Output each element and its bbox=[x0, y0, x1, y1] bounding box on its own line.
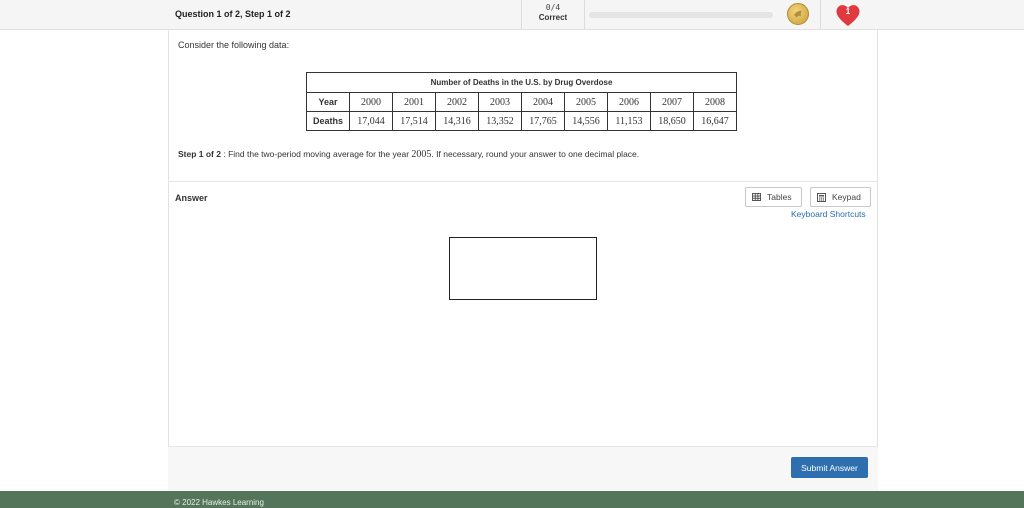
data-table: Number of Deaths in the U.S. by Drug Ove… bbox=[306, 72, 737, 131]
deaths-cell: 17,044 bbox=[349, 111, 393, 131]
step-year: 2005 bbox=[411, 149, 432, 160]
deaths-cell: 16,647 bbox=[693, 111, 737, 131]
bottom-bar bbox=[168, 447, 878, 491]
step-text-before: Find the two-period moving average for t… bbox=[228, 149, 412, 159]
consider-text: Consider the following data: bbox=[178, 40, 290, 50]
keypad-button-label: Keypad bbox=[832, 192, 861, 202]
year-cell: 2008 bbox=[693, 92, 737, 112]
answer-label: Answer bbox=[175, 193, 208, 203]
year-cell: 2006 bbox=[607, 92, 651, 112]
step-label: Step 1 of 2 bbox=[178, 149, 221, 159]
header-separator bbox=[820, 0, 821, 29]
lives-count: 1 bbox=[845, 7, 851, 16]
step-colon: : bbox=[220, 149, 229, 159]
step-instructions: Step 1 of 2 : Find the two-period moving… bbox=[178, 149, 639, 160]
deaths-cell: 14,556 bbox=[564, 111, 608, 131]
deaths-cell: 17,765 bbox=[521, 111, 565, 131]
year-cell: 2001 bbox=[392, 92, 436, 112]
keyboard-shortcuts-link[interactable]: Keyboard Shortcuts bbox=[791, 209, 866, 219]
answer-input[interactable] bbox=[449, 237, 597, 300]
footer: © 2022 Hawkes Learning bbox=[0, 491, 1024, 508]
year-cell: 2004 bbox=[521, 92, 565, 112]
year-cell: 2005 bbox=[564, 92, 608, 112]
step-text-after: . If necessary, round your answer to one… bbox=[431, 149, 640, 159]
year-cell: 2000 bbox=[349, 92, 393, 112]
right-margin bbox=[878, 0, 1024, 491]
keypad-icon bbox=[817, 192, 826, 202]
submit-answer-button[interactable]: Submit Answer bbox=[791, 457, 868, 478]
row-header-year: Year bbox=[306, 92, 350, 112]
year-cell: 2003 bbox=[478, 92, 522, 112]
row-header-deaths: Deaths bbox=[306, 111, 350, 131]
progress-bar bbox=[589, 12, 773, 18]
score-label: Correct bbox=[538, 13, 568, 22]
table-row: Deaths 17,044 17,514 14,316 13,352 17,76… bbox=[306, 111, 737, 131]
top-bar bbox=[0, 0, 1024, 30]
deaths-cell: 17,514 bbox=[392, 111, 436, 131]
table-icon bbox=[752, 193, 761, 201]
keypad-button[interactable]: Keypad bbox=[810, 187, 871, 207]
section-divider bbox=[168, 181, 878, 182]
hawk-icon bbox=[794, 10, 802, 18]
deaths-cell: 14,316 bbox=[435, 111, 479, 131]
table-row: Year 2000 2001 2002 2003 2004 2005 2006 … bbox=[306, 92, 737, 112]
copyright-text: © 2022 Hawkes Learning bbox=[174, 498, 264, 507]
coin-icon[interactable] bbox=[787, 3, 809, 25]
score-panel: 0/4 Correct bbox=[521, 0, 585, 29]
year-cell: 2007 bbox=[650, 92, 694, 112]
deaths-cell: 13,352 bbox=[478, 111, 522, 131]
table-caption: Number of Deaths in the U.S. by Drug Ove… bbox=[306, 72, 737, 93]
score-fraction: 0/4 bbox=[545, 3, 561, 12]
heart-icon: 1 bbox=[834, 2, 862, 28]
left-margin bbox=[0, 0, 168, 491]
deaths-cell: 18,650 bbox=[650, 111, 694, 131]
year-cell: 2002 bbox=[435, 92, 479, 112]
tables-button[interactable]: Tables bbox=[745, 187, 802, 207]
question-title: Question 1 of 2, Step 1 of 2 bbox=[175, 9, 291, 19]
tables-button-label: Tables bbox=[767, 192, 792, 202]
deaths-cell: 11,153 bbox=[607, 111, 651, 131]
